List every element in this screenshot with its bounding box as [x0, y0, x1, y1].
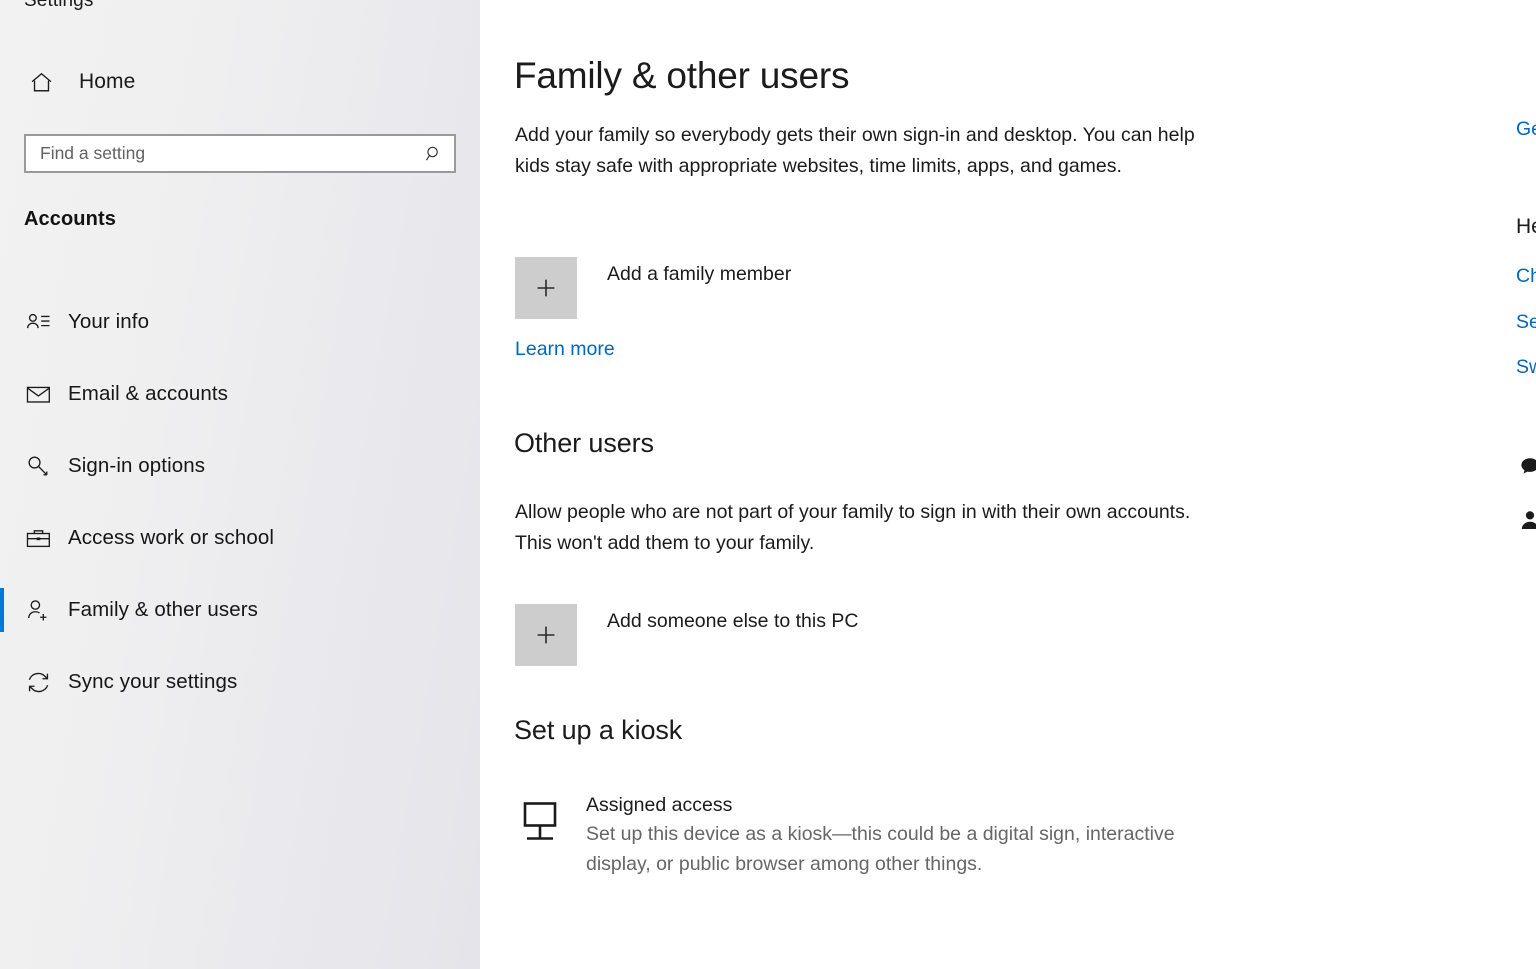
app-title: Settings: [24, 0, 94, 11]
home-icon: [18, 70, 64, 95]
search-box[interactable]: [24, 134, 456, 173]
sidebar-item-sign-in-options[interactable]: Sign-in options: [0, 430, 480, 502]
other-users-heading: Other users: [514, 428, 654, 458]
settings-window: Settings Home Accounts: [0, 0, 1536, 969]
sidebar-item-home-label: Home: [79, 70, 136, 93]
assigned-access-item[interactable]: Assigned access Set up this device as a …: [516, 792, 1186, 879]
sidebar: Settings Home Accounts: [0, 0, 480, 969]
kiosk-display-icon: [516, 792, 564, 844]
add-someone-else-label: Add someone else to this PC: [607, 610, 859, 632]
page-description: Add your family so everybody gets their …: [515, 124, 1195, 177]
sidebar-item-sync-your-settings-label: Sync your settings: [68, 670, 238, 693]
sidebar-item-access-work-school[interactable]: Access work or school: [0, 502, 480, 574]
sidebar-item-sync-your-settings[interactable]: Sync your settings: [0, 646, 480, 718]
learn-more-link[interactable]: Learn more: [515, 338, 615, 361]
sync-icon: [16, 669, 60, 696]
rail-link-switching-to-local-account[interactable]: Switching to a local account: [1516, 356, 1536, 379]
sidebar-item-access-work-school-label: Access work or school: [68, 526, 275, 549]
other-users-paragraph: Allow people who are not part of your fa…: [515, 501, 1191, 554]
user-card-icon: [16, 309, 60, 336]
briefcase-icon: [16, 525, 60, 552]
sidebar-item-home[interactable]: Home: [0, 60, 480, 104]
page-title: Family & other users: [514, 55, 850, 96]
sidebar-nav-list: Your info Email & accounts Sign-in optio…: [0, 286, 480, 718]
sidebar-section-header: Accounts: [24, 208, 116, 230]
search-input[interactable]: [26, 136, 414, 171]
key-icon: [16, 453, 60, 480]
rail-link-setting-up-a-kiosk[interactable]: Setting up a kiosk: [1516, 311, 1536, 334]
feedback-bubble-icon[interactable]: [1518, 455, 1536, 484]
assigned-access-description: Set up this device as a kiosk—this could…: [586, 823, 1175, 875]
user-plus-icon: [16, 597, 60, 624]
assigned-access-title: Assigned access: [586, 794, 733, 816]
sidebar-item-family-other-users-label: Family & other users: [68, 598, 258, 621]
plus-icon: [515, 257, 577, 319]
related-settings-rail: Get started Help from the web Changing a…: [1516, 0, 1536, 969]
assigned-access-text: Assigned access Set up this device as a …: [586, 792, 1186, 879]
add-family-member-button[interactable]: Add a family member: [515, 257, 791, 319]
rail-related-link[interactable]: Get started: [1516, 118, 1536, 141]
rail-link-changing-account-settings[interactable]: Changing account settings: [1516, 265, 1536, 288]
search-icon[interactable]: [414, 144, 454, 164]
person-help-icon[interactable]: [1518, 508, 1536, 537]
envelope-icon: [16, 381, 60, 408]
kiosk-heading: Set up a kiosk: [514, 715, 683, 745]
add-someone-else-button[interactable]: Add someone else to this PC: [515, 604, 858, 666]
sidebar-item-family-other-users[interactable]: Family & other users: [0, 574, 480, 646]
sidebar-item-sign-in-options-label: Sign-in options: [68, 454, 206, 477]
plus-icon: [515, 604, 577, 666]
sidebar-item-email-accounts[interactable]: Email & accounts: [0, 358, 480, 430]
main-content: Family & other users Add your family so …: [480, 0, 1536, 969]
add-family-member-label: Add a family member: [607, 263, 792, 285]
rail-help-heading: Help from the web: [1516, 215, 1536, 238]
sidebar-item-your-info-label: Your info: [68, 310, 150, 333]
selection-indicator: [0, 588, 4, 632]
sidebar-item-your-info[interactable]: Your info: [0, 286, 480, 358]
sidebar-item-email-accounts-label: Email & accounts: [68, 382, 228, 405]
